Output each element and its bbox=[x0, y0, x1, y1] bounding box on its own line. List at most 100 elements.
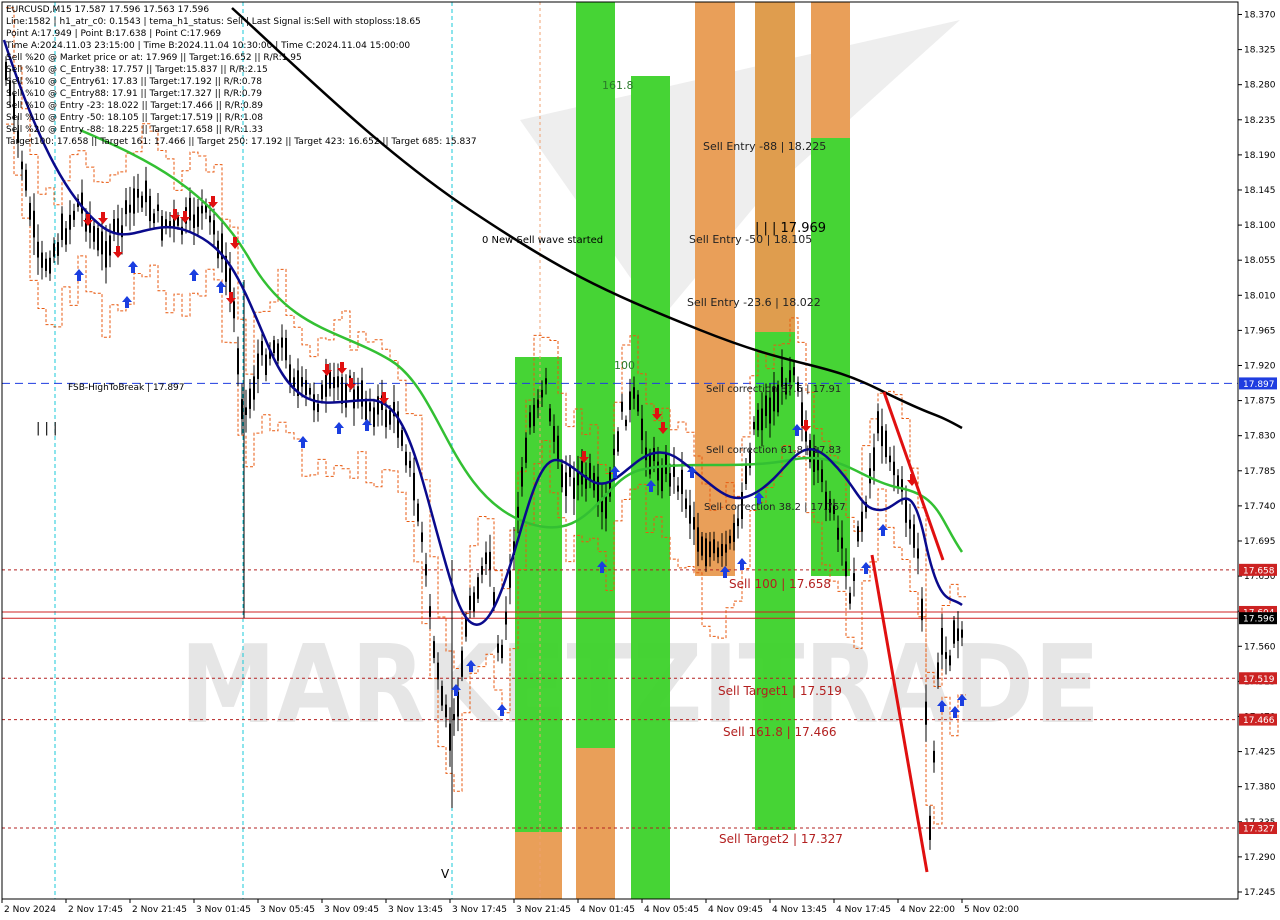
candle-body bbox=[697, 527, 699, 552]
candle-body bbox=[273, 340, 275, 354]
candle-body bbox=[533, 404, 535, 427]
info-panel: EURCUSD,M15 17.587 17.596 17.563 17.596 … bbox=[6, 4, 477, 148]
candle-body bbox=[529, 412, 531, 428]
info-line: Sell %10 @ Entry -23: 18.022 || Target:1… bbox=[6, 101, 264, 111]
candle-body bbox=[153, 213, 155, 224]
candle-body bbox=[293, 377, 295, 388]
candle-body bbox=[641, 418, 643, 441]
candle-body bbox=[417, 503, 419, 522]
candle-body bbox=[913, 524, 915, 548]
candle-body bbox=[537, 399, 539, 408]
price-tag-label: 17.658 bbox=[1243, 566, 1275, 576]
candle-body bbox=[845, 561, 847, 577]
candle-body bbox=[353, 389, 355, 409]
candle-body bbox=[281, 337, 283, 348]
x-tick-label: 4 Nov 05:45 bbox=[644, 905, 699, 915]
candle-body bbox=[605, 496, 607, 519]
x-tick-label: 3 Nov 21:45 bbox=[516, 905, 571, 915]
info-line: Sell %20 @ Entry -88: 18.225 || Target:1… bbox=[6, 125, 264, 135]
candle-body bbox=[681, 469, 683, 495]
tick-marks-annotation: | | | bbox=[36, 421, 57, 436]
candle-body bbox=[509, 570, 511, 588]
candle-body bbox=[541, 389, 543, 398]
candle-body bbox=[49, 257, 51, 274]
candle-body bbox=[661, 465, 663, 492]
candle-body bbox=[949, 655, 951, 666]
candle-body bbox=[501, 644, 503, 659]
chart-annotation: FSB-HighToBreak | 17.897 bbox=[68, 383, 185, 393]
candle-body bbox=[69, 214, 71, 230]
x-tick-label: 5 Nov 02:00 bbox=[964, 905, 1019, 915]
candle-body bbox=[937, 662, 939, 680]
candle-body bbox=[81, 192, 83, 214]
candle-body bbox=[677, 485, 679, 492]
candle-body bbox=[957, 628, 959, 641]
candle-body bbox=[861, 511, 863, 532]
x-tick-label: 3 Nov 01:45 bbox=[196, 905, 251, 915]
candle-body bbox=[57, 242, 59, 256]
candle-body bbox=[277, 343, 279, 361]
chart-annotation: Sell correction 87.5 | 17.91 bbox=[706, 384, 841, 395]
candle-body bbox=[765, 395, 767, 417]
candle-body bbox=[117, 218, 119, 234]
candle-body bbox=[725, 544, 727, 553]
y-tick-label: 18.145 bbox=[1244, 186, 1276, 196]
candle-body bbox=[333, 377, 335, 389]
candle-body bbox=[517, 506, 519, 519]
candle-body bbox=[561, 464, 563, 488]
y-tick-label: 17.785 bbox=[1244, 467, 1276, 477]
x-tick-label: 3 Nov 17:45 bbox=[452, 905, 507, 915]
chart-annotation: Sell 161.8 | 17.466 bbox=[723, 725, 837, 739]
candle-body bbox=[745, 464, 747, 484]
candle-body bbox=[261, 341, 263, 356]
chart-annotation: Sell correction 38.2 | 17.757 bbox=[704, 502, 846, 513]
chart-annotation: Sell Target2 | 17.327 bbox=[719, 832, 843, 846]
y-tick-label: 18.280 bbox=[1244, 81, 1276, 91]
candle-body bbox=[573, 477, 575, 499]
wave-marker: V bbox=[441, 867, 450, 881]
y-tick-label: 17.830 bbox=[1244, 432, 1276, 442]
candle-body bbox=[469, 595, 471, 610]
y-tick-label: 17.560 bbox=[1244, 642, 1276, 652]
candle-body bbox=[841, 537, 843, 549]
fib-zone bbox=[755, 2, 795, 332]
candle-body bbox=[757, 409, 759, 431]
candle-body bbox=[209, 215, 211, 223]
chart-annotation: 161.8 bbox=[602, 79, 634, 92]
candle-body bbox=[241, 399, 243, 420]
candle-body bbox=[41, 252, 43, 268]
candle-body bbox=[309, 387, 311, 395]
candle-body bbox=[705, 538, 707, 567]
price-tag-label: 17.466 bbox=[1243, 716, 1275, 726]
candle-body bbox=[625, 419, 627, 427]
candle-body bbox=[285, 337, 287, 361]
candle-body bbox=[65, 228, 67, 245]
y-tick-label: 18.370 bbox=[1244, 10, 1276, 20]
candle-body bbox=[633, 387, 635, 399]
candle-body bbox=[689, 505, 691, 524]
candle-body bbox=[429, 606, 431, 617]
candle-body bbox=[769, 397, 771, 424]
price-tag-label: 17.596 bbox=[1243, 615, 1275, 625]
candle-body bbox=[717, 547, 719, 558]
y-tick-label: 17.290 bbox=[1244, 853, 1276, 863]
y-tick-label: 18.190 bbox=[1244, 151, 1276, 161]
y-tick-label: 18.100 bbox=[1244, 221, 1276, 231]
y-tick-label: 17.740 bbox=[1244, 502, 1276, 512]
candle-body bbox=[637, 394, 639, 412]
candle-body bbox=[441, 685, 443, 706]
chart-annotation: 100 bbox=[614, 359, 635, 372]
candle-body bbox=[669, 473, 671, 487]
candle-body bbox=[817, 459, 819, 471]
candle-body bbox=[21, 161, 23, 170]
y-tick-label: 17.695 bbox=[1244, 537, 1276, 547]
candle-body bbox=[289, 364, 291, 384]
candle-body bbox=[37, 241, 39, 258]
x-axis-panel bbox=[0, 899, 1280, 920]
candle-body bbox=[313, 394, 315, 411]
y-tick-label: 18.325 bbox=[1244, 46, 1276, 56]
x-tick-label: 3 Nov 13:45 bbox=[388, 905, 443, 915]
price-tag-label: 17.519 bbox=[1243, 675, 1275, 685]
price-tag-label: 17.897 bbox=[1243, 380, 1275, 390]
candle-body bbox=[245, 407, 247, 416]
